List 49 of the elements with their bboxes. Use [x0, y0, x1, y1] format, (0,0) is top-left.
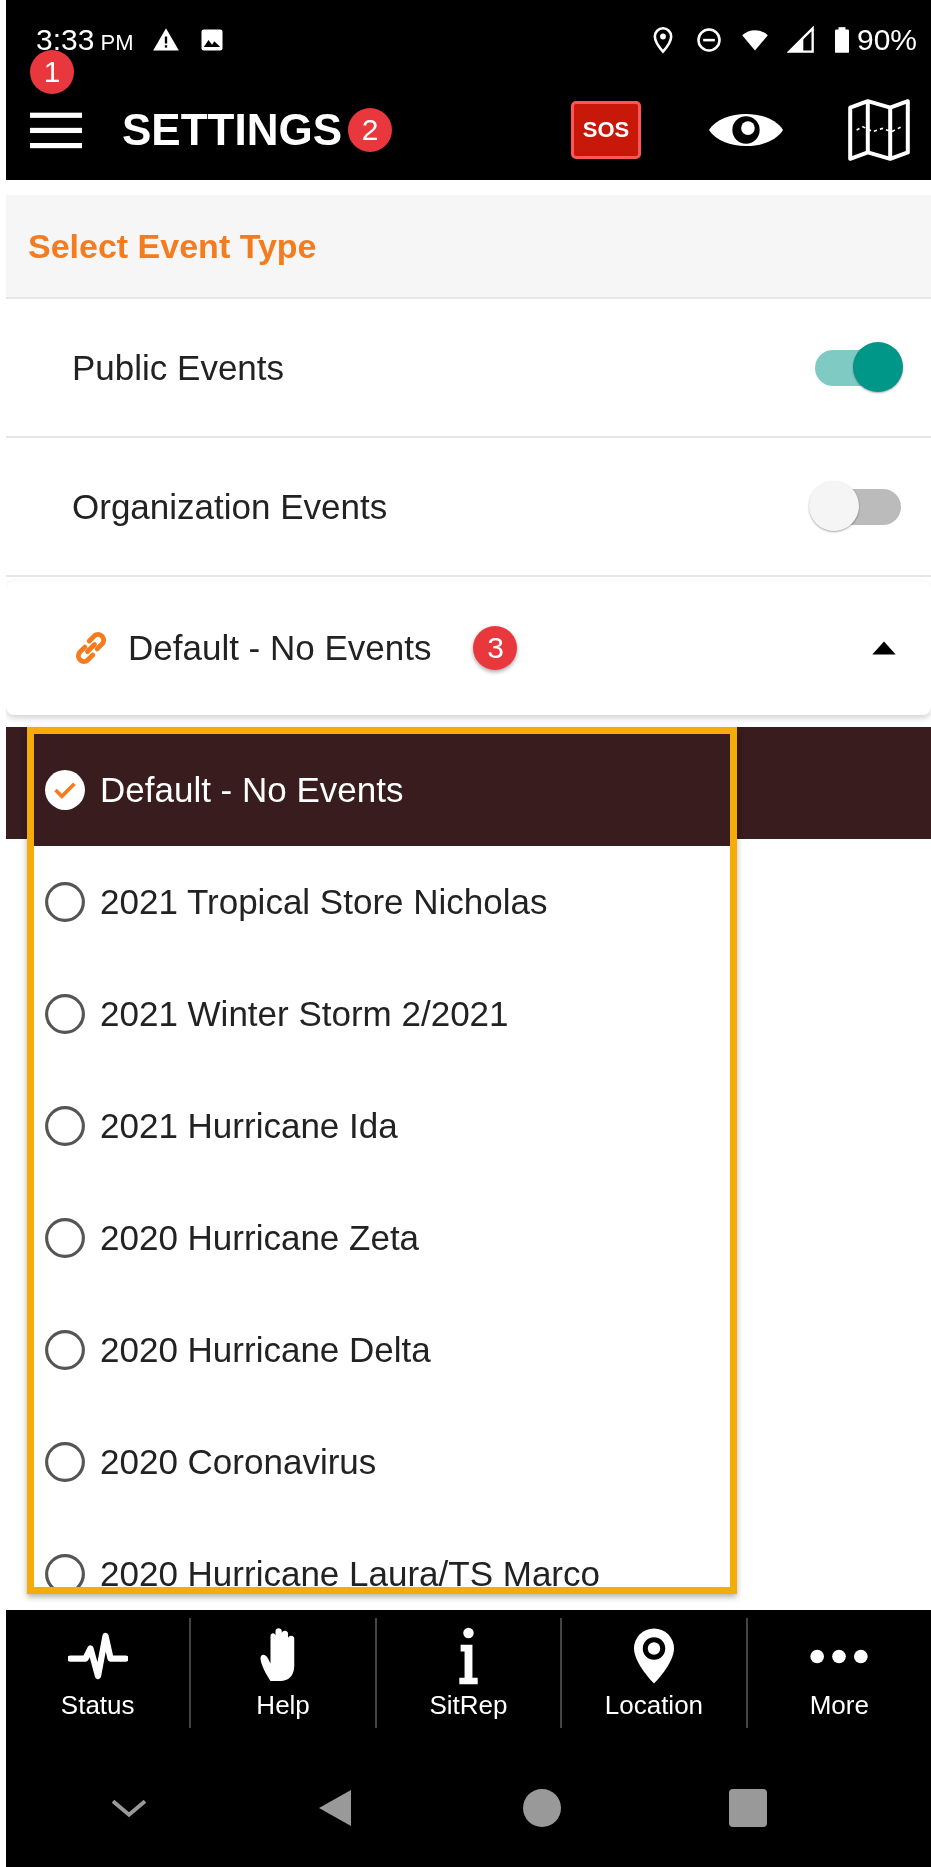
event-option[interactable]: 2020 Hurricane Zeta [34, 1182, 730, 1294]
radio-icon [44, 1105, 86, 1147]
caret-icon [871, 640, 897, 656]
event-option[interactable]: 2021 Hurricane Ida [34, 1070, 730, 1182]
signal-icon [786, 26, 815, 54]
option-label: 2021 Tropical Store Nicholas [100, 882, 548, 922]
radio-icon [44, 1441, 86, 1483]
annotation-badge: 1 [30, 50, 74, 94]
home-icon[interactable] [521, 1787, 562, 1828]
option-label: 2020 Hurricane Laura/TS Marco [100, 1554, 600, 1587]
option-label: 2020 Coronavirus [100, 1442, 377, 1482]
nav-tab[interactable]: More [745, 1618, 931, 1728]
section-title: Select Event Type [28, 226, 317, 266]
recents-icon[interactable] [727, 1787, 768, 1828]
info-icon [458, 1625, 479, 1686]
nav-tab[interactable]: Help [189, 1618, 375, 1728]
nav-tab[interactable]: Status [6, 1618, 190, 1728]
nav-tab[interactable]: Location [560, 1618, 746, 1728]
toggle-label: Public Events [72, 347, 286, 388]
event-option[interactable]: Default - No Events [34, 734, 730, 846]
event-option[interactable]: 2020 Hurricane Delta [34, 1294, 730, 1406]
radio-icon [44, 1329, 86, 1371]
event-option[interactable]: 2020 Hurricane Laura/TS Marco [34, 1518, 730, 1587]
check-circle-icon [44, 769, 86, 811]
event-option[interactable]: 2021 Winter Storm 2/2021 [34, 958, 730, 1070]
radio-icon [44, 1553, 86, 1587]
event-option[interactable]: 2021 Tropical Store Nicholas [34, 846, 730, 958]
nav-tab[interactable]: SitRep [374, 1618, 561, 1728]
warning-icon [151, 26, 180, 54]
option-label: 2020 Hurricane Zeta [100, 1218, 420, 1258]
do-not-disturb-icon [694, 26, 723, 54]
option-label: 2020 Hurricane Delta [100, 1330, 431, 1370]
radio-icon [44, 993, 86, 1035]
annotation-badge: 2 [348, 108, 393, 152]
event-dropdown[interactable]: Default - No Events 3 [6, 581, 931, 715]
dots-icon [809, 1647, 870, 1665]
battery-level: 90% [856, 23, 917, 57]
sos-button[interactable]: SOS [571, 101, 641, 159]
event-option[interactable]: 2020 Coronavirus [34, 1406, 730, 1518]
radio-icon [44, 1217, 86, 1259]
radio-icon [44, 881, 86, 923]
annotation-badge: 3 [473, 626, 518, 670]
toggle-label: Organization Events [72, 486, 389, 527]
option-label: 2021 Winter Storm 2/2021 [100, 994, 509, 1034]
option-label: Default - No Events [100, 770, 404, 810]
dropdown-value: Default - No Events [128, 628, 432, 668]
option-label: 2021 Hurricane Ida [100, 1106, 398, 1146]
screen-title: SETTINGS [122, 105, 343, 155]
battery-icon [832, 26, 851, 54]
